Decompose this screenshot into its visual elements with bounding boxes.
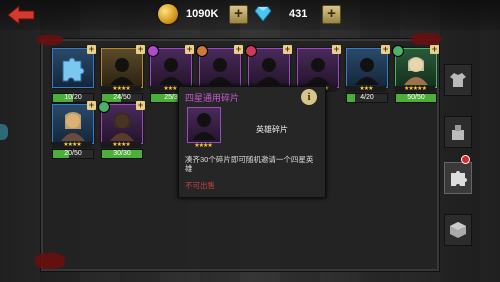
fragment-description: 凑齐30个碎片即可随机邀请一个四星英雄: [185, 155, 314, 173]
fragment-portrait: [187, 107, 221, 143]
plus-icon: +: [332, 44, 341, 54]
card-hero[interactable]: + ★★★★ 20/50: [52, 100, 96, 159]
hero-silhouette-icon: [257, 58, 281, 85]
coin-icon: [158, 4, 178, 24]
hero-silhouette-icon: [192, 113, 216, 140]
left-edge-handle[interactable]: [0, 124, 8, 140]
hero-silhouette-icon: [208, 58, 232, 85]
card-portrait: [297, 48, 339, 88]
card-stars: ★★★★★: [395, 86, 435, 92]
hero-silhouette-icon: [110, 58, 134, 85]
hero-portrait-icon: [110, 112, 134, 141]
tab-consumables[interactable]: [444, 116, 472, 148]
class-badge-icon: [392, 45, 404, 57]
class-badge-icon: [245, 45, 257, 57]
add-gems-button[interactable]: +: [322, 5, 341, 24]
card-stars: ★★★★: [52, 142, 92, 148]
class-badge-icon: [98, 101, 110, 113]
shirt-icon: [450, 73, 466, 87]
item-detail-popup: 四星通用碎片 i ★★★★ 英雄碎片 凑齐30个碎片即可随机邀请一个四星英雄 不…: [178, 86, 326, 198]
hero-silhouette-icon: [159, 58, 183, 85]
card-progress: 30/30: [101, 149, 143, 159]
card-stars: ★★★★: [101, 142, 141, 148]
plus-icon: +: [87, 100, 96, 110]
item-bag-icon: [452, 125, 464, 140]
card-stars: ★★★: [346, 86, 386, 92]
card-hero[interactable]: + ★★★ 4/20: [346, 44, 390, 103]
puzzle-piece-icon: [451, 171, 467, 186]
card-portrait: [52, 48, 94, 88]
card-portrait: [346, 48, 388, 88]
card-portrait: [101, 48, 143, 88]
card-progress: 50/50: [395, 93, 437, 103]
popup-title: 四星通用碎片: [185, 93, 240, 103]
plus-icon: +: [87, 44, 96, 54]
card-progress: 20/50: [52, 149, 94, 159]
back-arrow-icon[interactable]: [6, 4, 36, 26]
info-icon[interactable]: i: [301, 89, 317, 105]
cube-icon: [450, 222, 466, 238]
tab-equipment[interactable]: [444, 64, 472, 96]
card-portrait: [52, 104, 94, 144]
top-bar: 1090K + 431 +: [0, 0, 500, 30]
add-coins-button[interactable]: +: [229, 5, 248, 24]
plus-icon: +: [136, 100, 145, 110]
tab-fragments[interactable]: [444, 162, 472, 194]
gem-amount: 431: [289, 8, 308, 20]
card-puzzle-fragment[interactable]: + 10/20: [52, 44, 96, 103]
plus-icon: +: [136, 44, 145, 54]
plus-icon: +: [430, 44, 439, 54]
plus-icon: +: [234, 44, 243, 54]
fragment-stars: ★★★★: [194, 143, 213, 149]
card-hero[interactable]: + ★★★★ 30/30: [98, 100, 145, 159]
card-hero[interactable]: + ★★★★★ 50/50: [392, 44, 439, 103]
blood-splatter: [35, 253, 65, 269]
hero-portrait-icon: [61, 112, 85, 141]
card-hero[interactable]: + ★★★★ 24/50: [101, 44, 145, 103]
plus-icon: +: [185, 44, 194, 54]
card-stars: ★★★★: [101, 86, 141, 92]
coin-amount: 1090K: [186, 8, 219, 20]
class-badge-icon: [196, 45, 208, 57]
notification-dot: [461, 155, 470, 164]
plus-icon: +: [381, 44, 390, 54]
card-progress: 4/20: [346, 93, 388, 103]
class-badge-icon: [147, 45, 159, 57]
tab-materials[interactable]: [444, 214, 472, 246]
diamond-icon: [254, 6, 272, 22]
blood-splatter: [37, 35, 63, 45]
plus-icon: +: [283, 44, 292, 54]
fragment-name: 英雄碎片: [256, 125, 288, 134]
hero-silhouette-icon: [306, 58, 330, 85]
hero-silhouette-icon: [355, 58, 379, 85]
hero-portrait-icon: [404, 57, 428, 85]
puzzle-piece-icon: [62, 57, 85, 82]
not-sellable-label: 不可出售: [185, 181, 215, 190]
